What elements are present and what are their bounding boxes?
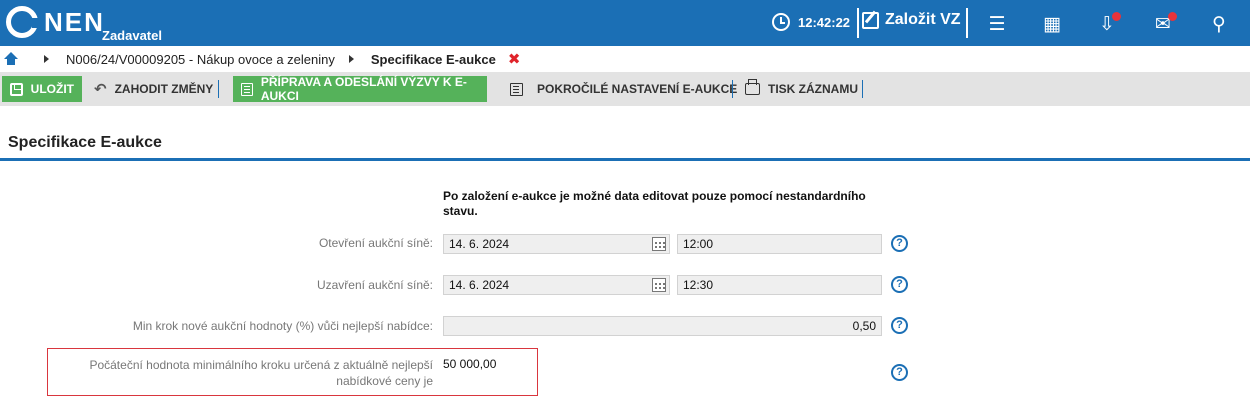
print-label: TISK ZÁZNAMU: [768, 82, 858, 96]
edit-notice: Po založení e-aukce je možné data editov…: [443, 189, 866, 218]
min-step-value: 0,50: [852, 319, 876, 333]
user-icon[interactable]: ⚲: [1207, 12, 1231, 36]
advanced-label: POKROČILÉ NASTAVENÍ E-AUKCE: [537, 82, 738, 96]
close-icon[interactable]: ✖: [508, 50, 521, 68]
logo-text: NEN: [44, 7, 105, 37]
header-divider: [857, 8, 859, 38]
breadcrumb: N006/24/V00009205 - Nákup ovoce a zeleni…: [0, 46, 1250, 72]
calculator-icon[interactable]: ▦: [1040, 12, 1064, 36]
open-time-field[interactable]: 12:00: [677, 234, 882, 254]
header-divider: [966, 8, 968, 38]
new-vz-label: Založit VZ: [885, 11, 961, 28]
clock-icon: [772, 13, 790, 31]
calendar-icon[interactable]: [652, 278, 666, 292]
new-vz-button[interactable]: Založit VZ: [862, 11, 961, 29]
top-header: NEN Zadavatel 12:42:22 Založit VZ ☰ ▦ ⇩ …: [0, 0, 1250, 46]
prepare-label: PŘÍPRAVA A ODESLÁNÍ VÝZVY K E-AUKCI: [260, 75, 467, 103]
discard-label: ZAHODIT ZMĚNY: [114, 82, 214, 96]
open-date-value: 14. 6. 2024: [449, 237, 510, 251]
document-icon: [241, 82, 253, 96]
help-icon[interactable]: ?: [891, 235, 908, 252]
notification-dot: [1168, 12, 1177, 21]
initial-step-value: 50 000,00: [443, 357, 497, 371]
toolbar-divider: [732, 80, 733, 98]
help-icon[interactable]: ?: [891, 276, 908, 293]
help-icon[interactable]: ?: [891, 364, 908, 381]
initial-step-label: Počáteční hodnota minimálního kroku urče…: [89, 358, 433, 388]
clock-time: 12:42:22: [798, 14, 851, 30]
save-label: ULOŽIT: [30, 82, 74, 96]
save-icon: [10, 82, 23, 96]
caret-right-icon: [44, 55, 49, 63]
undo-icon: ↶: [94, 81, 107, 98]
min-step-field[interactable]: 0,50: [443, 316, 882, 336]
breadcrumb-item-current: Specifikace E-aukce: [370, 51, 496, 67]
menu-icon[interactable]: ☰: [985, 12, 1009, 36]
toolbar-divider: [218, 80, 219, 98]
action-toolbar: ULOŽIT ↶ ZAHODIT ZMĚNY PŘÍPRAVA A ODESLÁ…: [0, 72, 1250, 106]
open-time-value: 12:00: [683, 237, 714, 251]
home-icon[interactable]: [4, 52, 18, 66]
breadcrumb-item-contract[interactable]: N006/24/V00009205 - Nákup ovoce a zeleni…: [66, 52, 335, 67]
open-label: Otevření aukční síně:: [318, 236, 433, 250]
nen-logo[interactable]: NEN: [6, 6, 105, 40]
advanced-settings-button[interactable]: POKROČILÉ NASTAVENÍ E-AUKCE: [502, 76, 745, 102]
session-clock: 12:42:22: [772, 13, 850, 31]
save-button[interactable]: ULOŽIT: [2, 76, 82, 102]
close-time-field[interactable]: 12:30: [677, 275, 882, 295]
logo-ring-icon: [6, 6, 40, 38]
help-icon[interactable]: ?: [891, 317, 908, 334]
role-subtitle: Zadavatel: [102, 28, 162, 43]
min-step-label: Min krok nové aukční hodnoty (%) vůči ne…: [132, 319, 433, 333]
document-icon: [510, 82, 523, 96]
print-icon: [745, 79, 760, 95]
caret-right-icon: [348, 55, 354, 63]
section-divider: [0, 158, 1250, 161]
page-title: Specifikace E-aukce: [8, 134, 162, 151]
close-date-value: 14. 6. 2024: [449, 278, 510, 292]
close-date-field[interactable]: 14. 6. 2024: [443, 275, 670, 295]
calendar-icon[interactable]: [652, 237, 666, 251]
notification-dot: [1112, 12, 1121, 21]
discard-changes-button[interactable]: ↶ ZAHODIT ZMĚNY: [86, 76, 221, 102]
open-date-field[interactable]: 14. 6. 2024: [443, 234, 670, 254]
toolbar-divider: [862, 80, 863, 98]
prepare-send-button[interactable]: PŘÍPRAVA A ODESLÁNÍ VÝZVY K E-AUKCI: [233, 75, 487, 103]
edit-icon: [862, 11, 879, 29]
print-record-button[interactable]: TISK ZÁZNAMU: [737, 76, 866, 102]
close-label: Uzavření aukční síně:: [316, 278, 433, 292]
close-time-value: 12:30: [683, 278, 714, 292]
